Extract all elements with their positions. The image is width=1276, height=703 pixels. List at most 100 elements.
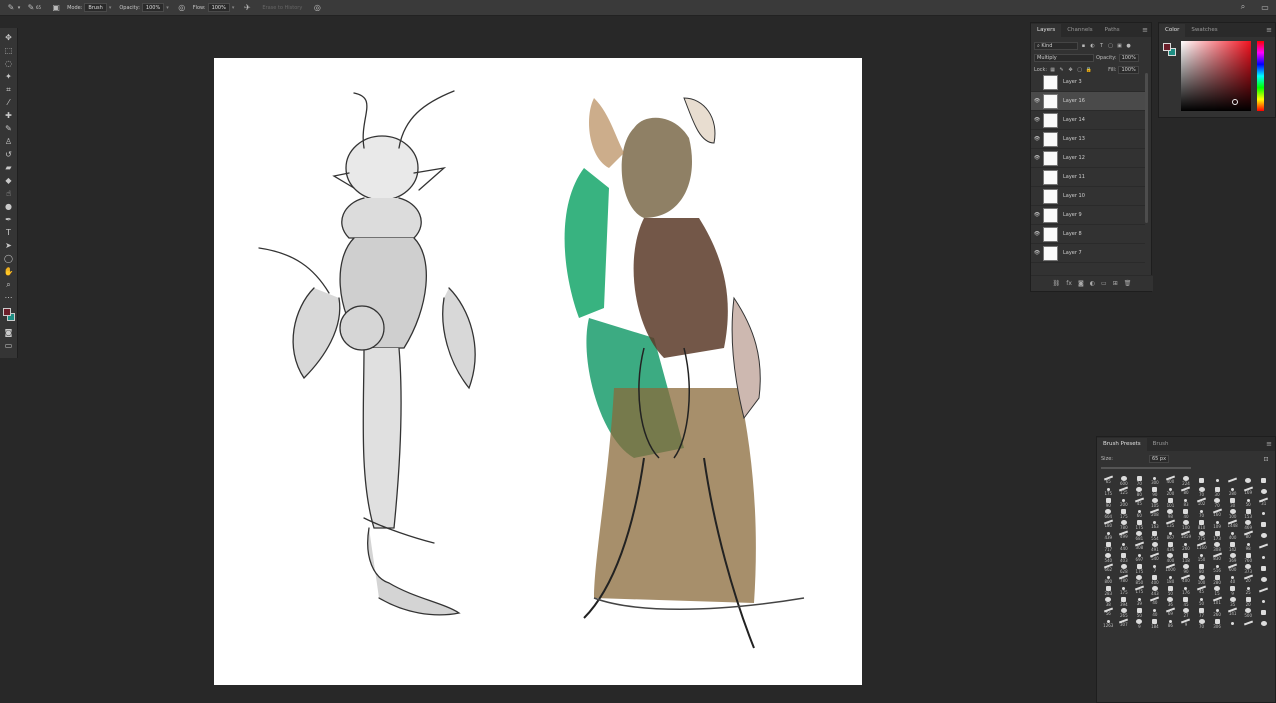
- brush-preset-item[interactable]: 45: [1179, 596, 1194, 607]
- brush-preset-item[interactable]: 30: [1210, 486, 1225, 497]
- brush-preset-item[interactable]: 1859: [1179, 530, 1194, 541]
- brush-preset-item[interactable]: 40: [1148, 607, 1163, 618]
- brush-preset-item[interactable]: 9: [1132, 618, 1147, 629]
- foreground-color-swatch[interactable]: [2, 308, 11, 316]
- tab-swatches[interactable]: Swatches: [1185, 24, 1223, 37]
- brush-preset-item[interactable]: 308: [1132, 541, 1147, 552]
- brush-preset-item[interactable]: 20: [1241, 574, 1256, 585]
- brush-preset-item[interactable]: 30: [1225, 497, 1240, 508]
- zoom-icon[interactable]: ⌕: [3, 279, 15, 291]
- brush-preset-item[interactable]: 867: [1163, 530, 1178, 541]
- brush-preset-item[interactable]: [1256, 574, 1271, 585]
- brush-preset-item[interactable]: [1256, 552, 1271, 563]
- brush-preset-picker[interactable]: ✎ 65: [26, 3, 43, 13]
- brush-preset-item[interactable]: [1256, 486, 1271, 497]
- color-chips[interactable]: [1163, 43, 1177, 59]
- chevron-down-icon[interactable]: ▾: [16, 3, 22, 13]
- magic-wand-icon[interactable]: ✦: [3, 71, 15, 83]
- brush-preset-item[interactable]: 80: [1241, 530, 1256, 541]
- erase-to-history-option[interactable]: Erase to History: [262, 5, 304, 11]
- size-input[interactable]: 65 px: [1148, 455, 1170, 463]
- adjustment-layer-icon[interactable]: ◐: [1090, 280, 1095, 287]
- history-brush-icon[interactable]: ↺: [3, 149, 15, 161]
- brush-preset-item[interactable]: 760: [1241, 552, 1256, 563]
- brush-preset-item[interactable]: [1210, 475, 1225, 486]
- opacity-control[interactable]: Opacity: 100% ▾: [119, 3, 169, 12]
- panel-menu-icon[interactable]: ≡: [1266, 26, 1272, 34]
- layer-row[interactable]: 👁 Layer 8: [1031, 225, 1145, 244]
- brush-preset-item[interactable]: 77: [1194, 607, 1209, 618]
- brush-preset-item[interactable]: 439: [1101, 530, 1116, 541]
- hue-slider[interactable]: [1257, 41, 1264, 111]
- add-mask-icon[interactable]: ◙: [1078, 280, 1084, 287]
- brush-preset-item[interactable]: 80: [1132, 486, 1147, 497]
- eye-icon[interactable]: 👁: [1031, 117, 1043, 123]
- brush-preset-item[interactable]: 499: [1117, 530, 1132, 541]
- brush-preset-item[interactable]: 260: [1210, 607, 1225, 618]
- layer-row[interactable]: 👁 Layer 7: [1031, 244, 1145, 263]
- brush-preset-item[interactable]: 175: [1117, 508, 1132, 519]
- brush-preset-item[interactable]: 50: [1132, 607, 1147, 618]
- layer-row[interactable]: Layer 10: [1031, 187, 1145, 206]
- brush-preset-item[interactable]: 125: [1117, 486, 1132, 497]
- brush-preset-item[interactable]: 70: [1194, 486, 1209, 497]
- brush-preset-item[interactable]: 400: [1225, 530, 1240, 541]
- brush-panel-toggle-icon[interactable]: ▣: [51, 3, 61, 13]
- brush-preset-item[interactable]: 554: [1148, 530, 1163, 541]
- blend-mode-select[interactable]: Multiply: [1034, 54, 1094, 62]
- airbrush-icon[interactable]: ✈: [242, 3, 252, 13]
- brush-preset-item[interactable]: 775: [1194, 530, 1209, 541]
- brush-preset-item[interactable]: 369: [1225, 552, 1240, 563]
- ellipse-shape-icon[interactable]: ◯: [3, 253, 15, 265]
- brush-preset-item[interactable]: 175: [1132, 563, 1147, 574]
- eye-icon[interactable]: 👁: [1031, 250, 1043, 256]
- brush-preset-item[interactable]: 443: [1148, 585, 1163, 596]
- brush-preset-item[interactable]: 98: [1163, 508, 1178, 519]
- brush-preset-item[interactable]: 40: [1179, 508, 1194, 519]
- brush-preset-item[interactable]: 628: [1117, 563, 1132, 574]
- brush-preset-item[interactable]: [1256, 541, 1271, 552]
- brush-preset-item[interactable]: [1256, 596, 1271, 607]
- brush-preset-item[interactable]: 86: [1163, 618, 1178, 629]
- pen-icon[interactable]: ✒: [3, 214, 15, 226]
- eyedropper-icon[interactable]: ⁄: [3, 97, 15, 109]
- document-canvas[interactable]: [214, 58, 862, 685]
- crop-icon[interactable]: ⌗: [3, 84, 15, 96]
- brush-preset-item[interactable]: 27: [1179, 607, 1194, 618]
- dodge-icon[interactable]: ●: [3, 201, 15, 213]
- eraser-icon[interactable]: ▰: [3, 162, 15, 174]
- layer-row[interactable]: Layer 3: [1031, 73, 1145, 92]
- brush-preset-item[interactable]: 25: [1241, 585, 1256, 596]
- brush-preset-item[interactable]: 540: [1101, 552, 1116, 563]
- type-filter-icon[interactable]: T: [1098, 41, 1105, 51]
- tab-brush[interactable]: Brush: [1147, 438, 1175, 451]
- brush-preset-item[interactable]: 36: [1163, 596, 1178, 607]
- filter-kind-select[interactable]: ⌕ Kind: [1034, 42, 1078, 50]
- lasso-icon[interactable]: ◌: [3, 58, 15, 70]
- eye-icon[interactable]: 👁: [1031, 136, 1043, 142]
- eye-icon[interactable]: 👁: [1031, 98, 1043, 104]
- brush-preset-item[interactable]: 142: [1225, 541, 1240, 552]
- brush-preset-item[interactable]: 98: [1241, 541, 1256, 552]
- type-icon[interactable]: T: [3, 227, 15, 239]
- brush-preset-item[interactable]: 56: [1101, 607, 1116, 618]
- brush-preset-item[interactable]: 403: [1117, 552, 1132, 563]
- workspace-icon[interactable]: ▭: [1260, 2, 1270, 12]
- hand-icon[interactable]: ✋: [3, 266, 15, 278]
- brush-preset-item[interactable]: 70: [1132, 475, 1147, 486]
- brush-preset-item[interactable]: 135: [1163, 519, 1178, 530]
- layer-style-icon[interactable]: fx: [1066, 280, 1072, 287]
- brush-preset-item[interactable]: 109: [1210, 519, 1225, 530]
- brush-preset-item[interactable]: 307: [1117, 618, 1132, 629]
- layer-row[interactable]: 👁 Layer 14: [1031, 111, 1145, 130]
- search-icon[interactable]: ⌕: [1238, 2, 1248, 12]
- layer-row[interactable]: 👁 Layer 13: [1031, 130, 1145, 149]
- brush-preset-item[interactable]: 102: [1194, 497, 1209, 508]
- brush-preset-item[interactable]: [1256, 508, 1271, 519]
- eye-icon[interactable]: 👁: [1031, 231, 1043, 237]
- brush-tool-icon[interactable]: ✎: [6, 3, 16, 13]
- brush-preset-item[interactable]: 260: [1179, 541, 1194, 552]
- mode-select[interactable]: Brush: [84, 3, 107, 12]
- brush-preset-item[interactable]: 600: [1225, 563, 1240, 574]
- brush-preset-item[interactable]: 436: [1163, 541, 1178, 552]
